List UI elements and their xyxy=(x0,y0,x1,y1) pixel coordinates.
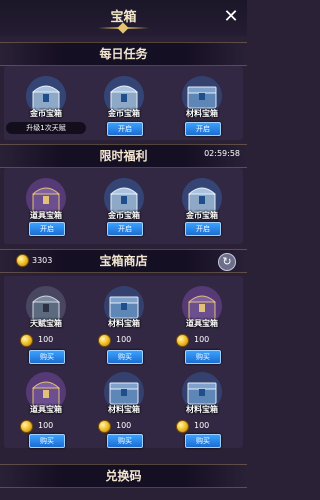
price-label: 100 xyxy=(194,421,210,430)
shop-item[interactable]: 道具宝箱 100 购买 xyxy=(172,284,232,364)
chest-label: 材料宝箱 xyxy=(108,319,140,328)
buy-button[interactable]: 购买 xyxy=(185,350,221,364)
shop-item[interactable]: 材料宝箱 100 购买 xyxy=(172,370,232,448)
gold-coin-icon xyxy=(98,420,111,433)
gold-coin-icon xyxy=(20,334,33,347)
gold-coin-icon xyxy=(98,334,111,347)
shop-item[interactable]: 材料宝箱 100 购买 xyxy=(94,284,154,364)
chest-label: 金币宝箱 xyxy=(108,211,140,220)
chest-label: 金币宝箱 xyxy=(30,109,62,118)
price-label: 100 xyxy=(116,335,132,344)
shop-item[interactable]: 道具宝箱 100 购买 xyxy=(16,370,76,448)
chest-label: 金币宝箱 xyxy=(108,109,140,118)
chest-label: 材料宝箱 xyxy=(186,405,218,414)
chest-label: 材料宝箱 xyxy=(108,405,140,414)
limited-chest-2[interactable]: 金币宝箱 开启 xyxy=(94,176,154,248)
gold-coin-icon xyxy=(20,420,33,433)
open-button[interactable]: 开启 xyxy=(107,222,143,236)
refresh-icon[interactable]: ↻ xyxy=(218,253,236,271)
countdown-timer: 02:59:58 xyxy=(204,149,240,158)
limited-chest-3[interactable]: 金币宝箱 开启 xyxy=(172,176,232,248)
chest-label: 材料宝箱 xyxy=(186,109,218,118)
gold-coin-icon xyxy=(176,420,189,433)
chest-label: 道具宝箱 xyxy=(30,405,62,414)
daily-section-title: 每日任务 xyxy=(99,47,148,61)
chest-label: 金币宝箱 xyxy=(186,211,218,220)
price-label: 100 xyxy=(116,421,132,430)
chest-label: 道具宝箱 xyxy=(30,211,62,220)
buy-button[interactable]: 购买 xyxy=(107,350,143,364)
chest-requirement: 升级1次天赋 xyxy=(6,122,86,134)
buy-button[interactable]: 购买 xyxy=(107,434,143,448)
chest-label: 道具宝箱 xyxy=(186,319,218,328)
buy-button[interactable]: 购买 xyxy=(29,350,65,364)
daily-chest-1[interactable]: 金币宝箱 升级1次天赋 xyxy=(6,74,86,146)
daily-chest-3[interactable]: 材料宝箱 开启 xyxy=(172,74,232,146)
gold-coin-icon xyxy=(176,334,189,347)
open-button[interactable]: 开启 xyxy=(107,122,143,136)
shop-section-title: 宝箱商店 xyxy=(99,254,148,268)
daily-chest-2[interactable]: 金币宝箱 开启 xyxy=(94,74,154,146)
close-icon[interactable]: ✕ xyxy=(221,7,241,27)
shop-item[interactable]: 天赋宝箱 100 购买 xyxy=(16,284,76,364)
limited-chest-1[interactable]: 道具宝箱 开启 xyxy=(16,176,76,248)
chest-label: 天赋宝箱 xyxy=(30,319,62,328)
shop-item[interactable]: 材料宝箱 100 购买 xyxy=(94,370,154,448)
buy-button[interactable]: 购买 xyxy=(185,434,221,448)
open-button[interactable]: 开启 xyxy=(185,222,221,236)
price-label: 100 xyxy=(38,421,54,430)
buy-button[interactable]: 购买 xyxy=(29,434,65,448)
open-button[interactable]: 开启 xyxy=(29,222,65,236)
price-label: 100 xyxy=(38,335,54,344)
open-button[interactable]: 开启 xyxy=(185,122,221,136)
redeem-section-title: 兑换码 xyxy=(105,469,142,483)
price-label: 100 xyxy=(194,335,210,344)
